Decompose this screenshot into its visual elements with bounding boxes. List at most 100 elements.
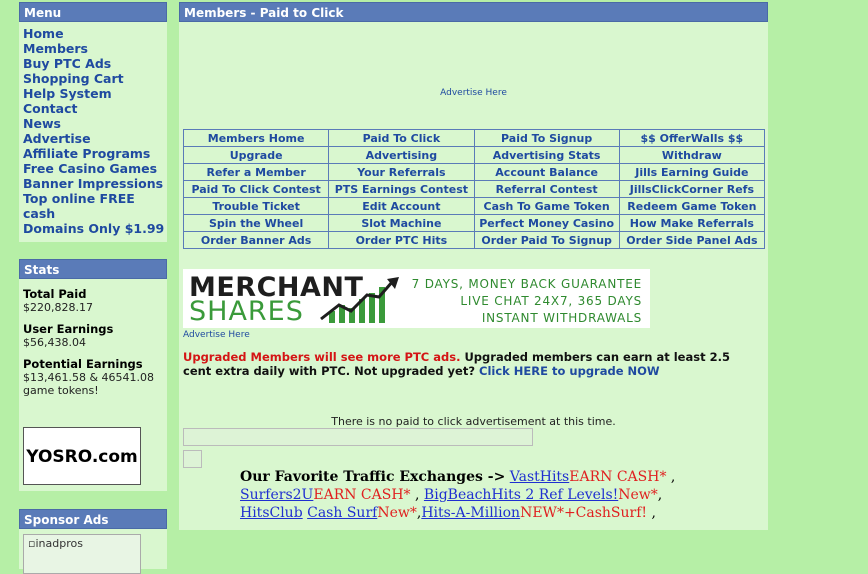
menu-item-news[interactable]: News — [23, 116, 167, 131]
separator: , — [647, 505, 656, 521]
nav-edit-account[interactable]: Edit Account — [328, 197, 475, 215]
nav-order-side-panel-ads[interactable]: Order Side Panel Ads — [618, 231, 766, 249]
link-hits-a-million[interactable]: Hits-A-Million — [421, 505, 520, 521]
nav-offerwalls[interactable]: $$ OfferWalls $$ — [618, 129, 766, 147]
sponsor-panel: Sponsor Ads ▫inadpros — [19, 509, 167, 574]
broken-image-small[interactable] — [183, 450, 202, 468]
menu-item-buy-ptc-ads[interactable]: Buy PTC Ads — [23, 56, 167, 71]
nav-paid-to-signup[interactable]: Paid To Signup — [473, 129, 620, 147]
menu-item-members[interactable]: Members — [23, 41, 167, 56]
menu-item-contact[interactable]: Contact — [23, 101, 167, 116]
link-bigbeachhits[interactable]: BigBeachHits 2 Ref Levels! — [424, 487, 618, 503]
nav-paid-to-click[interactable]: Paid To Click — [328, 129, 475, 147]
stat-potential-earnings: Potential Earnings $13,461.58 & 46541.08… — [19, 353, 167, 397]
nav-members-home[interactable]: Members Home — [182, 129, 330, 147]
total-paid-label: Total Paid — [23, 287, 87, 301]
badge-earn-cash: EARN CASH* — [569, 469, 667, 485]
stats-header: Stats — [19, 259, 167, 279]
nav-withdraw[interactable]: Withdraw — [618, 146, 766, 164]
menu-header: Menu — [19, 2, 167, 22]
growth-chart-icon — [320, 277, 399, 323]
nav-row: Spin the Wheel Slot Machine Perfect Mone… — [182, 214, 766, 232]
menu-item-top-online-free-cash[interactable]: Top online FREE cash — [23, 191, 167, 221]
nav-row: Upgrade Advertising Advertising Stats Wi… — [182, 146, 766, 164]
nav-redeem-game-token[interactable]: Redeem Game Token — [618, 197, 766, 215]
stat-user-earnings: User Earnings $56,438.04 — [19, 318, 167, 349]
link-cash-surf[interactable]: Cash Surf — [307, 505, 377, 521]
upgrade-message: Upgraded Members will see more PTC ads. … — [183, 350, 758, 378]
nav-upgrade[interactable]: Upgrade — [182, 146, 330, 164]
badge-new-cashsurf: NEW*+CashSurf! — [520, 505, 648, 521]
separator: , — [410, 487, 424, 503]
potential-earnings-label: Potential Earnings — [23, 357, 143, 371]
upgrade-notice: Upgraded Members will see more PTC ads. — [183, 350, 461, 364]
sponsor-header: Sponsor Ads — [19, 509, 167, 529]
nav-pts-earnings-contest[interactable]: PTS Earnings Contest — [328, 180, 475, 198]
link-vasthits[interactable]: VastHits — [510, 469, 569, 485]
nav-order-paid-to-signup[interactable]: Order Paid To Signup — [473, 231, 620, 249]
nav-order-ptc-hits[interactable]: Order PTC Hits — [328, 231, 475, 249]
badge-new: New* — [377, 505, 417, 521]
badge-earn-cash: EARN CASH* — [313, 487, 411, 503]
stat-total-paid: Total Paid $220,828.17 — [19, 283, 167, 314]
menu-item-free-casino-games[interactable]: Free Casino Games — [23, 161, 167, 176]
main-panel: Members - Paid to Click Advertise Here M… — [179, 2, 768, 530]
menu-item-advertise[interactable]: Advertise — [23, 131, 167, 146]
members-nav-table: Members Home Paid To Click Paid To Signu… — [182, 129, 766, 249]
nav-advertising-stats[interactable]: Advertising Stats — [473, 146, 620, 164]
menu-item-home[interactable]: Home — [23, 26, 167, 41]
nav-refer-a-member[interactable]: Refer a Member — [182, 163, 330, 181]
nav-row: Trouble Ticket Edit Account Cash To Game… — [182, 197, 766, 215]
nav-referral-contest[interactable]: Referral Contest — [473, 180, 620, 198]
nav-jills-earning-guide[interactable]: Jills Earning Guide — [618, 163, 766, 181]
nav-row: Members Home Paid To Click Paid To Signu… — [182, 129, 766, 147]
banner-withdrawals: INSTANT WITHDRAWALS — [481, 311, 642, 325]
nav-account-balance[interactable]: Account Balance — [473, 163, 620, 181]
nav-how-make-referrals[interactable]: How Make Referrals — [618, 214, 766, 232]
menu-item-help-system[interactable]: Help System — [23, 86, 167, 101]
nav-your-referrals[interactable]: Your Referrals — [328, 163, 475, 181]
link-surfers2u[interactable]: Surfers2U — [240, 487, 313, 503]
user-earnings-label: User Earnings — [23, 322, 114, 336]
separator: , — [657, 487, 663, 503]
nav-advertising[interactable]: Advertising — [328, 146, 475, 164]
traffic-exchanges: Our Favorite Traffic Exchanges -> VastHi… — [240, 468, 710, 522]
menu-item-shopping-cart[interactable]: Shopping Cart — [23, 71, 167, 86]
menu-item-banner-impressions[interactable]: Banner Impressions — [23, 176, 167, 191]
nav-paid-to-click-contest[interactable]: Paid To Click Contest — [182, 180, 330, 198]
merchant-shares-banner[interactable]: MERCHANT SHARES 7 DAYS, MONEY BACK GUARA… — [183, 269, 650, 328]
page-title: Members - Paid to Click — [179, 2, 768, 22]
nav-perfect-money-casino[interactable]: Perfect Money Casino — [473, 214, 620, 232]
banner-live-chat: LIVE CHAT 24X7, 365 DAYS — [460, 294, 642, 308]
no-ads-message: There is no paid to click advertisement … — [331, 415, 616, 428]
sponsor-image-alt: inadpros — [35, 537, 83, 550]
nav-trouble-ticket[interactable]: Trouble Ticket — [182, 197, 330, 215]
banner-guarantee: 7 DAYS, MONEY BACK GUARANTEE — [411, 277, 642, 291]
menu-panel: Menu Home Members Buy PTC Ads Shopping C… — [19, 2, 167, 242]
nav-order-banner-ads[interactable]: Order Banner Ads — [182, 231, 330, 249]
broken-image-wide[interactable] — [183, 428, 533, 446]
banner-brand-bottom: SHARES — [189, 296, 304, 327]
upgrade-now-link[interactable]: Click HERE to upgrade NOW — [479, 364, 660, 378]
badge-new: New* — [618, 487, 658, 503]
separator: , — [666, 469, 676, 485]
nav-spin-the-wheel[interactable]: Spin the Wheel — [182, 214, 330, 232]
nav-cash-to-game-token[interactable]: Cash To Game Token — [473, 197, 620, 215]
menu-item-domains[interactable]: Domains Only $1.99 — [23, 221, 167, 236]
traffic-title: Our Favorite Traffic Exchanges -> — [240, 469, 506, 485]
menu-item-affiliate-programs[interactable]: Affiliate Programs — [23, 146, 167, 161]
advertise-here-below-link[interactable]: Advertise Here — [183, 330, 250, 340]
total-paid-value: $220,828.17 — [23, 301, 93, 314]
nav-slot-machine[interactable]: Slot Machine — [328, 214, 475, 232]
stats-panel: Stats Total Paid $220,828.17 User Earnin… — [19, 259, 167, 491]
nav-jillsclickcorner-refs[interactable]: JillsClickCorner Refs — [618, 180, 766, 198]
sponsor-ad-image[interactable]: ▫inadpros — [23, 534, 141, 574]
yosro-logo[interactable]: YOSRO.com — [23, 427, 141, 485]
advertise-here-top-link[interactable]: Advertise Here — [179, 88, 768, 98]
nav-row: Order Banner Ads Order PTC Hits Order Pa… — [182, 231, 766, 249]
nav-row: Refer a Member Your Referrals Account Ba… — [182, 163, 766, 181]
potential-earnings-value: $13,461.58 & 46541.08 game tokens! — [23, 371, 155, 397]
menu-list: Home Members Buy PTC Ads Shopping Cart H… — [19, 22, 167, 236]
nav-row: Paid To Click Contest PTS Earnings Conte… — [182, 180, 766, 198]
link-hitsclub[interactable]: HitsClub — [240, 505, 303, 521]
